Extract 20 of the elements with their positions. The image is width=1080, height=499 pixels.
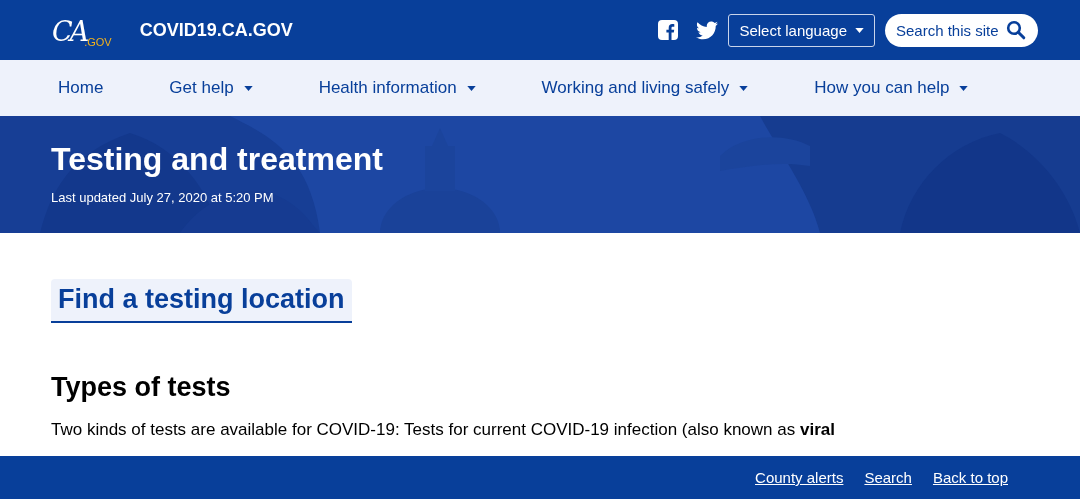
- footer-link[interactable]: Search: [864, 469, 912, 486]
- search-icon[interactable]: [1006, 19, 1026, 40]
- footer-link[interactable]: County alerts: [755, 469, 844, 486]
- nav-link[interactable]: Health information: [318, 78, 476, 98]
- footer-link[interactable]: Back to top: [932, 469, 1008, 486]
- site-name[interactable]: COVID19.CA.GOV: [139, 19, 293, 41]
- caret-icon: [855, 27, 864, 33]
- last-updated-text: Last updated July 27, 2020 at 5:20 PM: [51, 190, 275, 205]
- twitter-icon[interactable]: [696, 20, 719, 40]
- page-title: Testing and treatment: [51, 140, 384, 178]
- paragraph: Two kinds of tests are available for COVID-19: Tests for current COVID-19 infection (also known as viral: [51, 419, 836, 441]
- facebook-icon[interactable]: [658, 20, 679, 40]
- language-button[interactable]: Select language: [728, 13, 875, 47]
- nav-link[interactable]: How you can help: [814, 78, 969, 98]
- search-field[interactable]: Search this site: [885, 13, 1038, 47]
- nav-link[interactable]: Working and living safely: [541, 78, 749, 98]
- nav-link[interactable]: Home: [58, 78, 104, 98]
- section-heading: Types of tests: [51, 371, 232, 403]
- nav-link[interactable]: Get help: [169, 78, 253, 98]
- find-testing-location-button[interactable]: Find a testing location: [51, 279, 352, 323]
